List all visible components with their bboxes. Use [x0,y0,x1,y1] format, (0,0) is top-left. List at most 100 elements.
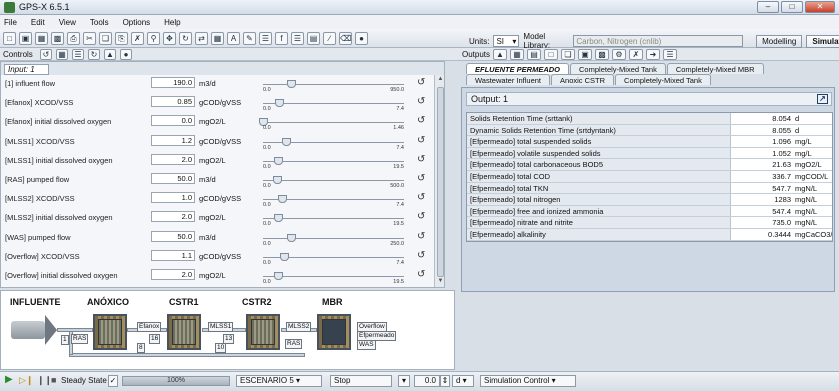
zoom-icon[interactable]: ⚲ [147,32,160,45]
scroll-down-icon[interactable]: ▼ [436,278,444,287]
new-control-icon[interactable]: ▦ [56,49,68,60]
output-chart-icon[interactable]: ▤ [527,49,541,60]
time-unit-select[interactable]: d ▾ [452,375,474,387]
parameter-slider[interactable] [263,276,404,277]
parameter-slider[interactable] [263,218,404,220]
palette-icon[interactable]: ● [120,49,132,60]
tag-influent-1[interactable]: 1 [61,335,69,345]
pause-icon[interactable]: ❙❙ [37,375,52,386]
play-icon[interactable]: ▶ [5,374,13,385]
parameter-slider[interactable] [263,84,404,85]
time-input[interactable]: 0.0 [414,375,440,387]
simulation-control-button[interactable]: Simulation Control ▾ [480,375,576,387]
parameter-value-input[interactable]: 2.0 [151,269,195,280]
parameter-slider[interactable] [263,122,404,124]
tag-mlss2[interactable]: MLSS2 [286,322,312,332]
rotate-icon[interactable]: ↻ [179,32,192,45]
menu-view[interactable]: View [59,18,76,27]
slider-thumb[interactable] [281,137,291,146]
parameter-value-input[interactable]: 190.0 [151,77,195,88]
parameter-slider[interactable] [263,237,404,239]
tab-anoxic-cstr[interactable]: Anoxic CSTR [551,74,615,85]
tab-completely-mixed-mbr[interactable]: Completely-Mixed MBR [666,63,764,74]
output-book-icon[interactable]: ☰ [663,49,677,60]
tag-efanox[interactable]: Efanox [137,322,162,332]
eraser-icon[interactable]: ⌫ [339,32,352,45]
anoxic-tank[interactable] [93,314,127,350]
menu-tools[interactable]: Tools [90,18,109,27]
reset-icon[interactable]: ↺ [417,250,425,261]
save-all-icon[interactable]: ▩ [51,32,64,45]
menu-options[interactable]: Options [123,18,151,27]
influent-object[interactable] [11,321,45,339]
parameter-value-input[interactable]: 0.0 [151,115,195,127]
function-icon[interactable]: f [275,32,288,45]
step-icon[interactable]: ▷❙ [19,375,33,386]
close-button[interactable]: ✕ [805,1,835,13]
flip-icon[interactable]: ⇄ [195,32,208,45]
slider-thumb[interactable] [280,252,289,261]
menu-edit[interactable]: Edit [31,18,45,27]
input-tab[interactable]: Input: 1 [4,64,49,75]
stack-icon[interactable]: ☰ [291,32,304,45]
reset-icon[interactable]: ↺ [417,77,425,88]
output-table-icon[interactable]: ▦ [510,49,524,60]
layout-icon[interactable]: ▤ [307,32,320,45]
slider-thumb[interactable] [287,80,297,88]
cut-icon[interactable]: ✂ [83,32,96,45]
maximize-button[interactable]: □ [781,1,803,13]
slider-thumb[interactable] [273,176,283,184]
delete-icon[interactable]: ✗ [131,32,144,45]
output-export-icon[interactable]: ➜ [646,49,660,60]
output-window-icon[interactable]: □ [544,49,558,60]
paste-icon[interactable]: ⎘ [115,32,128,45]
parameter-value-input[interactable]: 1.2 [151,134,195,146]
tab-completely-mixed-tank-1[interactable]: Completely-Mixed Tank [570,63,666,74]
minimize-button[interactable]: – [757,1,779,13]
tag-stream-10[interactable]: 10 [215,343,227,353]
slider-thumb[interactable] [275,99,285,108]
reset-all-icon[interactable]: ↺ [40,49,52,60]
reset-icon[interactable]: ↺ [417,192,425,203]
tab-wastewater-influent[interactable]: Wastewater Influent [466,74,551,85]
parameter-value-input[interactable]: 50.0 [151,173,195,184]
cstr2-tank[interactable] [246,314,280,350]
scenario-select[interactable]: ESCENARIO 5 ▾ [236,375,322,387]
output-remove-icon[interactable]: ✗ [629,49,643,60]
tab-efluente-permeado[interactable]: EFLUENTE PERMEADO [466,63,570,74]
simulation-button[interactable]: Simulation [806,34,839,48]
parameter-value-input[interactable]: 2.0 [151,153,195,165]
tag-was[interactable]: WAS [357,340,376,350]
model-library-select[interactable]: Carbon, Nitrogen (cnlib) [573,35,743,47]
graph-icon[interactable]: ∕ [323,32,336,45]
text-icon[interactable]: A [227,32,240,45]
parameter-value-input[interactable]: 0.85 [151,96,195,108]
reset-icon[interactable]: ↺ [417,173,425,184]
tag-stream-16[interactable]: 16 [149,334,161,344]
mbr-tank[interactable] [317,314,351,350]
stop-condition-select[interactable]: Stop [330,375,392,387]
new-file-icon[interactable]: □ [3,32,16,45]
slider-thumb[interactable] [287,233,297,242]
list-icon[interactable]: ☰ [72,49,84,60]
cstr1-tank[interactable] [167,314,201,350]
parameter-slider[interactable] [263,160,404,162]
time-spinner-icon[interactable]: ⇕ [440,375,450,387]
output-settings-icon[interactable]: ⚙ [612,49,626,60]
reset-icon[interactable]: ↺ [417,115,425,126]
reset-icon[interactable]: ↺ [417,231,425,242]
parameter-value-input[interactable]: 2.0 [151,211,195,223]
refresh-icon[interactable]: ↻ [88,49,100,60]
chart-icon[interactable]: ▲ [104,49,116,60]
slider-thumb[interactable] [273,156,283,165]
print-icon[interactable]: ⎙ [67,32,80,45]
pen-icon[interactable]: ✎ [243,32,256,45]
scroll-thumb[interactable] [437,87,444,277]
modelling-button[interactable]: Modelling [756,34,803,48]
tag-ras-right[interactable]: RAS [285,339,303,349]
popout-icon[interactable]: ↗ [817,94,828,104]
reset-icon[interactable]: ↺ [417,211,425,222]
pan-icon[interactable]: ✥ [163,32,176,45]
output-folder-icon[interactable]: ▣ [578,49,592,60]
scroll-up-icon[interactable]: ▲ [436,76,444,85]
